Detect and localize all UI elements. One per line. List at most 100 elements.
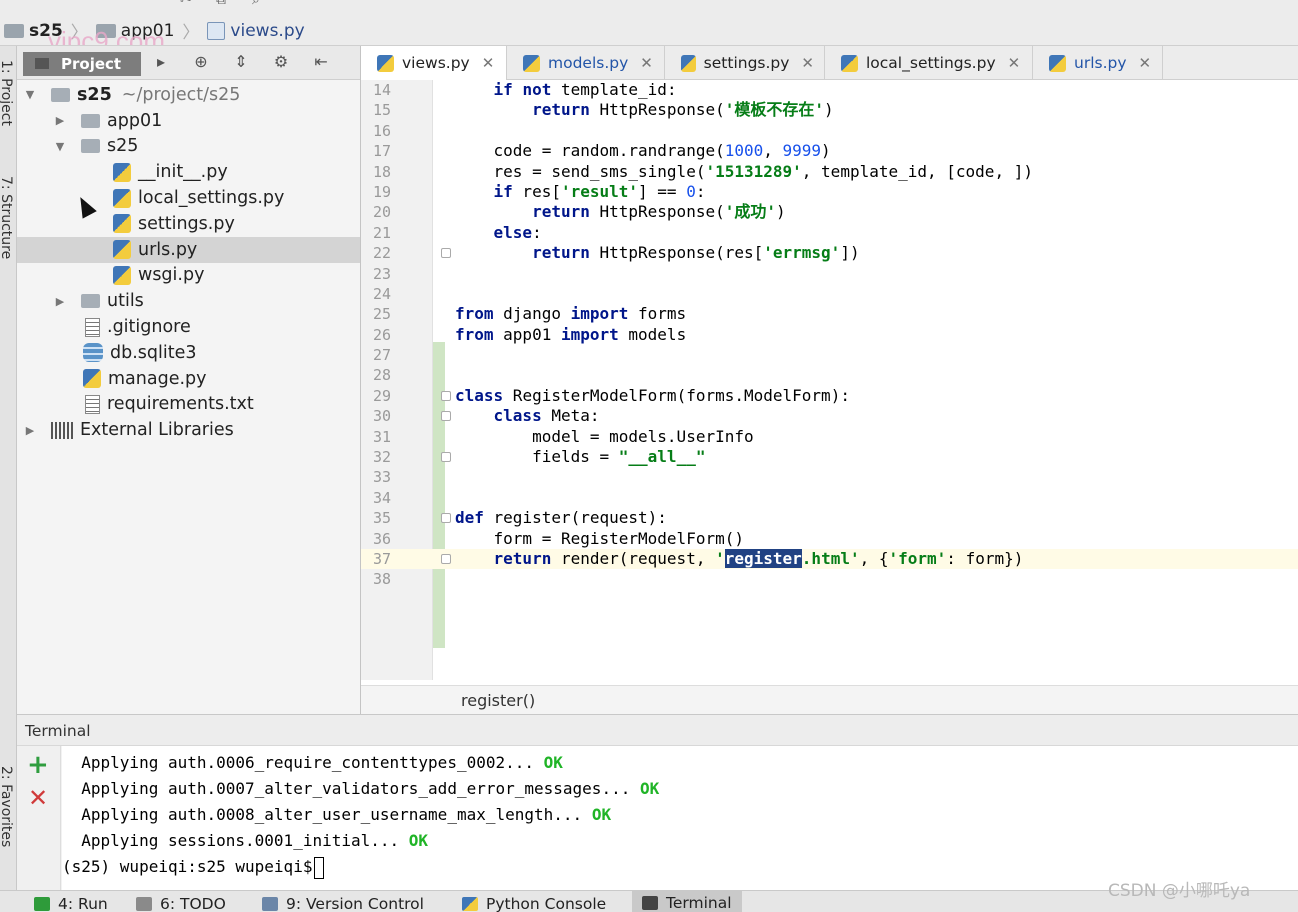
- text-file-icon: [85, 317, 100, 337]
- tree-item-external-libraries[interactable]: ▶ External Libraries: [17, 417, 360, 443]
- csdn-watermark: CSDN @小哪吒ya: [1108, 881, 1251, 901]
- bottom-tool-bar: 4: Run 6: TODO 9: Version Control Python…: [0, 890, 1298, 912]
- tree-item-local-settings[interactable]: local_settings.py: [17, 185, 360, 211]
- expanded-arrow-icon[interactable]: ▼: [53, 140, 67, 153]
- project-icon: [35, 58, 49, 69]
- tab-settings-py[interactable]: settings.py ✕: [665, 46, 825, 80]
- watermark-text: vipc9.com: [48, 26, 166, 46]
- text-file-icon: [85, 394, 100, 414]
- tree-item-s25[interactable]: ▼ s25: [17, 134, 360, 160]
- structure-tool-tab[interactable]: 7: Structure: [0, 176, 14, 259]
- breadcrumb-separator: 〉: [182, 23, 200, 43]
- python-file-icon: [841, 54, 858, 72]
- todo-tool-tab[interactable]: 6: TODO: [136, 893, 226, 912]
- tree-item-settings[interactable]: settings.py: [17, 211, 360, 237]
- code-line: 27: [372, 346, 391, 365]
- version-control-tool-tab[interactable]: 9: Version Control: [262, 893, 424, 912]
- hide-icon[interactable]: ⇤: [301, 52, 341, 71]
- copy-icon[interactable]: ⧉: [216, 0, 234, 8]
- code-line: 20 return HttpResponse('成功'): [372, 202, 786, 222]
- python-file-icon: [83, 369, 101, 389]
- fold-marker-icon[interactable]: [441, 513, 451, 524]
- tree-item-utils[interactable]: ▶ utils: [17, 288, 360, 314]
- tree-item-requirements[interactable]: requirements.txt: [17, 392, 360, 418]
- tree-item-manage[interactable]: manage.py: [17, 366, 360, 392]
- tab-models-py[interactable]: models.py ✕: [507, 46, 665, 80]
- dropdown-arrow-icon[interactable]: ▸: [141, 52, 181, 71]
- code-area[interactable]: 14 if not template_id: 15 return HttpRes…: [361, 80, 1298, 590]
- code-line: 34: [372, 488, 391, 507]
- run-icon: [34, 897, 50, 911]
- collapsed-arrow-icon[interactable]: ▶: [53, 295, 67, 308]
- tree-item-urls[interactable]: urls.py: [17, 236, 360, 263]
- tab-views-py[interactable]: views.py ✕: [361, 46, 507, 80]
- close-icon[interactable]: ✕: [482, 54, 495, 72]
- code-line: 16: [372, 121, 391, 140]
- code-line: 22 return HttpResponse(res['errmsg']): [372, 243, 860, 263]
- tab-urls-py[interactable]: urls.py ✕: [1033, 46, 1163, 80]
- code-line: 17 code = random.randrange(1000, 9999): [372, 141, 831, 161]
- top-toolbar: ✂ ⧉ ⌕ s25 〉 app01 〉 views.py vipc9.com: [0, 0, 1298, 46]
- tree-item-db[interactable]: db.sqlite3: [17, 340, 360, 366]
- tree-item-app01[interactable]: ▶ app01: [17, 108, 360, 134]
- cut-icon[interactable]: ✂: [180, 0, 198, 8]
- python-file-icon: [113, 265, 131, 285]
- favorites-tool-tab[interactable]: 2: Favorites: [0, 766, 14, 847]
- code-line-current: 37 return render(request, 'register.html…: [361, 548, 1298, 570]
- close-icon[interactable]: ✕: [801, 54, 814, 72]
- search-icon[interactable]: ⌕: [252, 0, 270, 8]
- breadcrumb-item-views[interactable]: views.py: [207, 21, 312, 41]
- python-console-tool-tab[interactable]: Python Console: [462, 893, 606, 912]
- code-line: 36 form = RegisterModelForm(): [372, 528, 744, 548]
- python-file-icon: [113, 162, 131, 182]
- tree-item-wsgi[interactable]: wsgi.py: [17, 263, 360, 289]
- locate-icon[interactable]: ⊕: [181, 52, 221, 71]
- run-tool-tab[interactable]: 4: Run: [34, 893, 108, 912]
- tree-item-root[interactable]: ▼ s25 ~/project/s25: [17, 82, 360, 108]
- terminal-line: Applying auth.0008_alter_user_username_m…: [81, 805, 612, 824]
- code-editor: views.py ✕ models.py ✕ settings.py ✕ loc…: [361, 46, 1298, 714]
- add-terminal-icon[interactable]: +: [27, 750, 49, 780]
- code-line: 18 res = send_sms_single('15131289', tem…: [372, 161, 1033, 181]
- terminal-side-toolbar: + ✕: [17, 746, 61, 890]
- close-icon[interactable]: ✕: [640, 54, 653, 72]
- tree-item-gitignore[interactable]: .gitignore: [17, 314, 360, 340]
- close-icon[interactable]: ✕: [1008, 54, 1021, 72]
- code-line: 25 from django import forms: [372, 304, 687, 324]
- editor-tabs: views.py ✕ models.py ✕ settings.py ✕ loc…: [361, 46, 1298, 80]
- python-file-icon: [113, 188, 131, 208]
- collapse-icon[interactable]: ⇕: [221, 52, 261, 71]
- folder-icon: [51, 87, 70, 102]
- fold-marker-icon[interactable]: [441, 390, 451, 401]
- collapsed-arrow-icon[interactable]: ▶: [53, 114, 67, 127]
- terminal-icon: [642, 896, 658, 910]
- terminal-tool-tab[interactable]: Terminal: [632, 891, 742, 912]
- fold-marker-icon[interactable]: [441, 411, 451, 422]
- python-file-icon: [113, 240, 131, 260]
- code-line: 24: [372, 284, 391, 303]
- code-line: 23: [372, 264, 391, 283]
- folder-icon: [4, 23, 24, 38]
- python-file-icon: [377, 54, 394, 72]
- code-line: 30 class Meta:: [372, 406, 600, 426]
- tree-item-init[interactable]: __init__.py: [17, 159, 360, 185]
- close-icon[interactable]: ✕: [1139, 54, 1152, 72]
- code-line: 32 fields = "__all__": [372, 447, 706, 467]
- fold-marker-icon[interactable]: [441, 553, 451, 564]
- collapsed-arrow-icon[interactable]: ▶: [23, 424, 37, 437]
- gear-icon[interactable]: ⚙: [261, 52, 301, 71]
- code-line: 29 class RegisterModelForm(forms.ModelFor…: [372, 385, 850, 405]
- code-line: 38: [372, 570, 391, 589]
- fold-marker-icon[interactable]: [441, 248, 451, 259]
- python-file-icon: [523, 54, 540, 72]
- function-breadcrumb[interactable]: register(): [361, 685, 1298, 714]
- terminal-caret: [314, 856, 325, 879]
- python-icon: [462, 897, 478, 911]
- project-view-selector[interactable]: Project: [23, 52, 141, 76]
- close-terminal-icon[interactable]: ✕: [28, 784, 48, 812]
- terminal-output[interactable]: Applying auth.0006_require_contenttypes_…: [62, 746, 1298, 890]
- tab-local-settings-py[interactable]: local_settings.py ✕: [825, 46, 1033, 80]
- expanded-arrow-icon[interactable]: ▼: [23, 88, 37, 101]
- fold-marker-icon[interactable]: [441, 452, 451, 463]
- project-tool-tab[interactable]: 1: Project: [0, 60, 14, 126]
